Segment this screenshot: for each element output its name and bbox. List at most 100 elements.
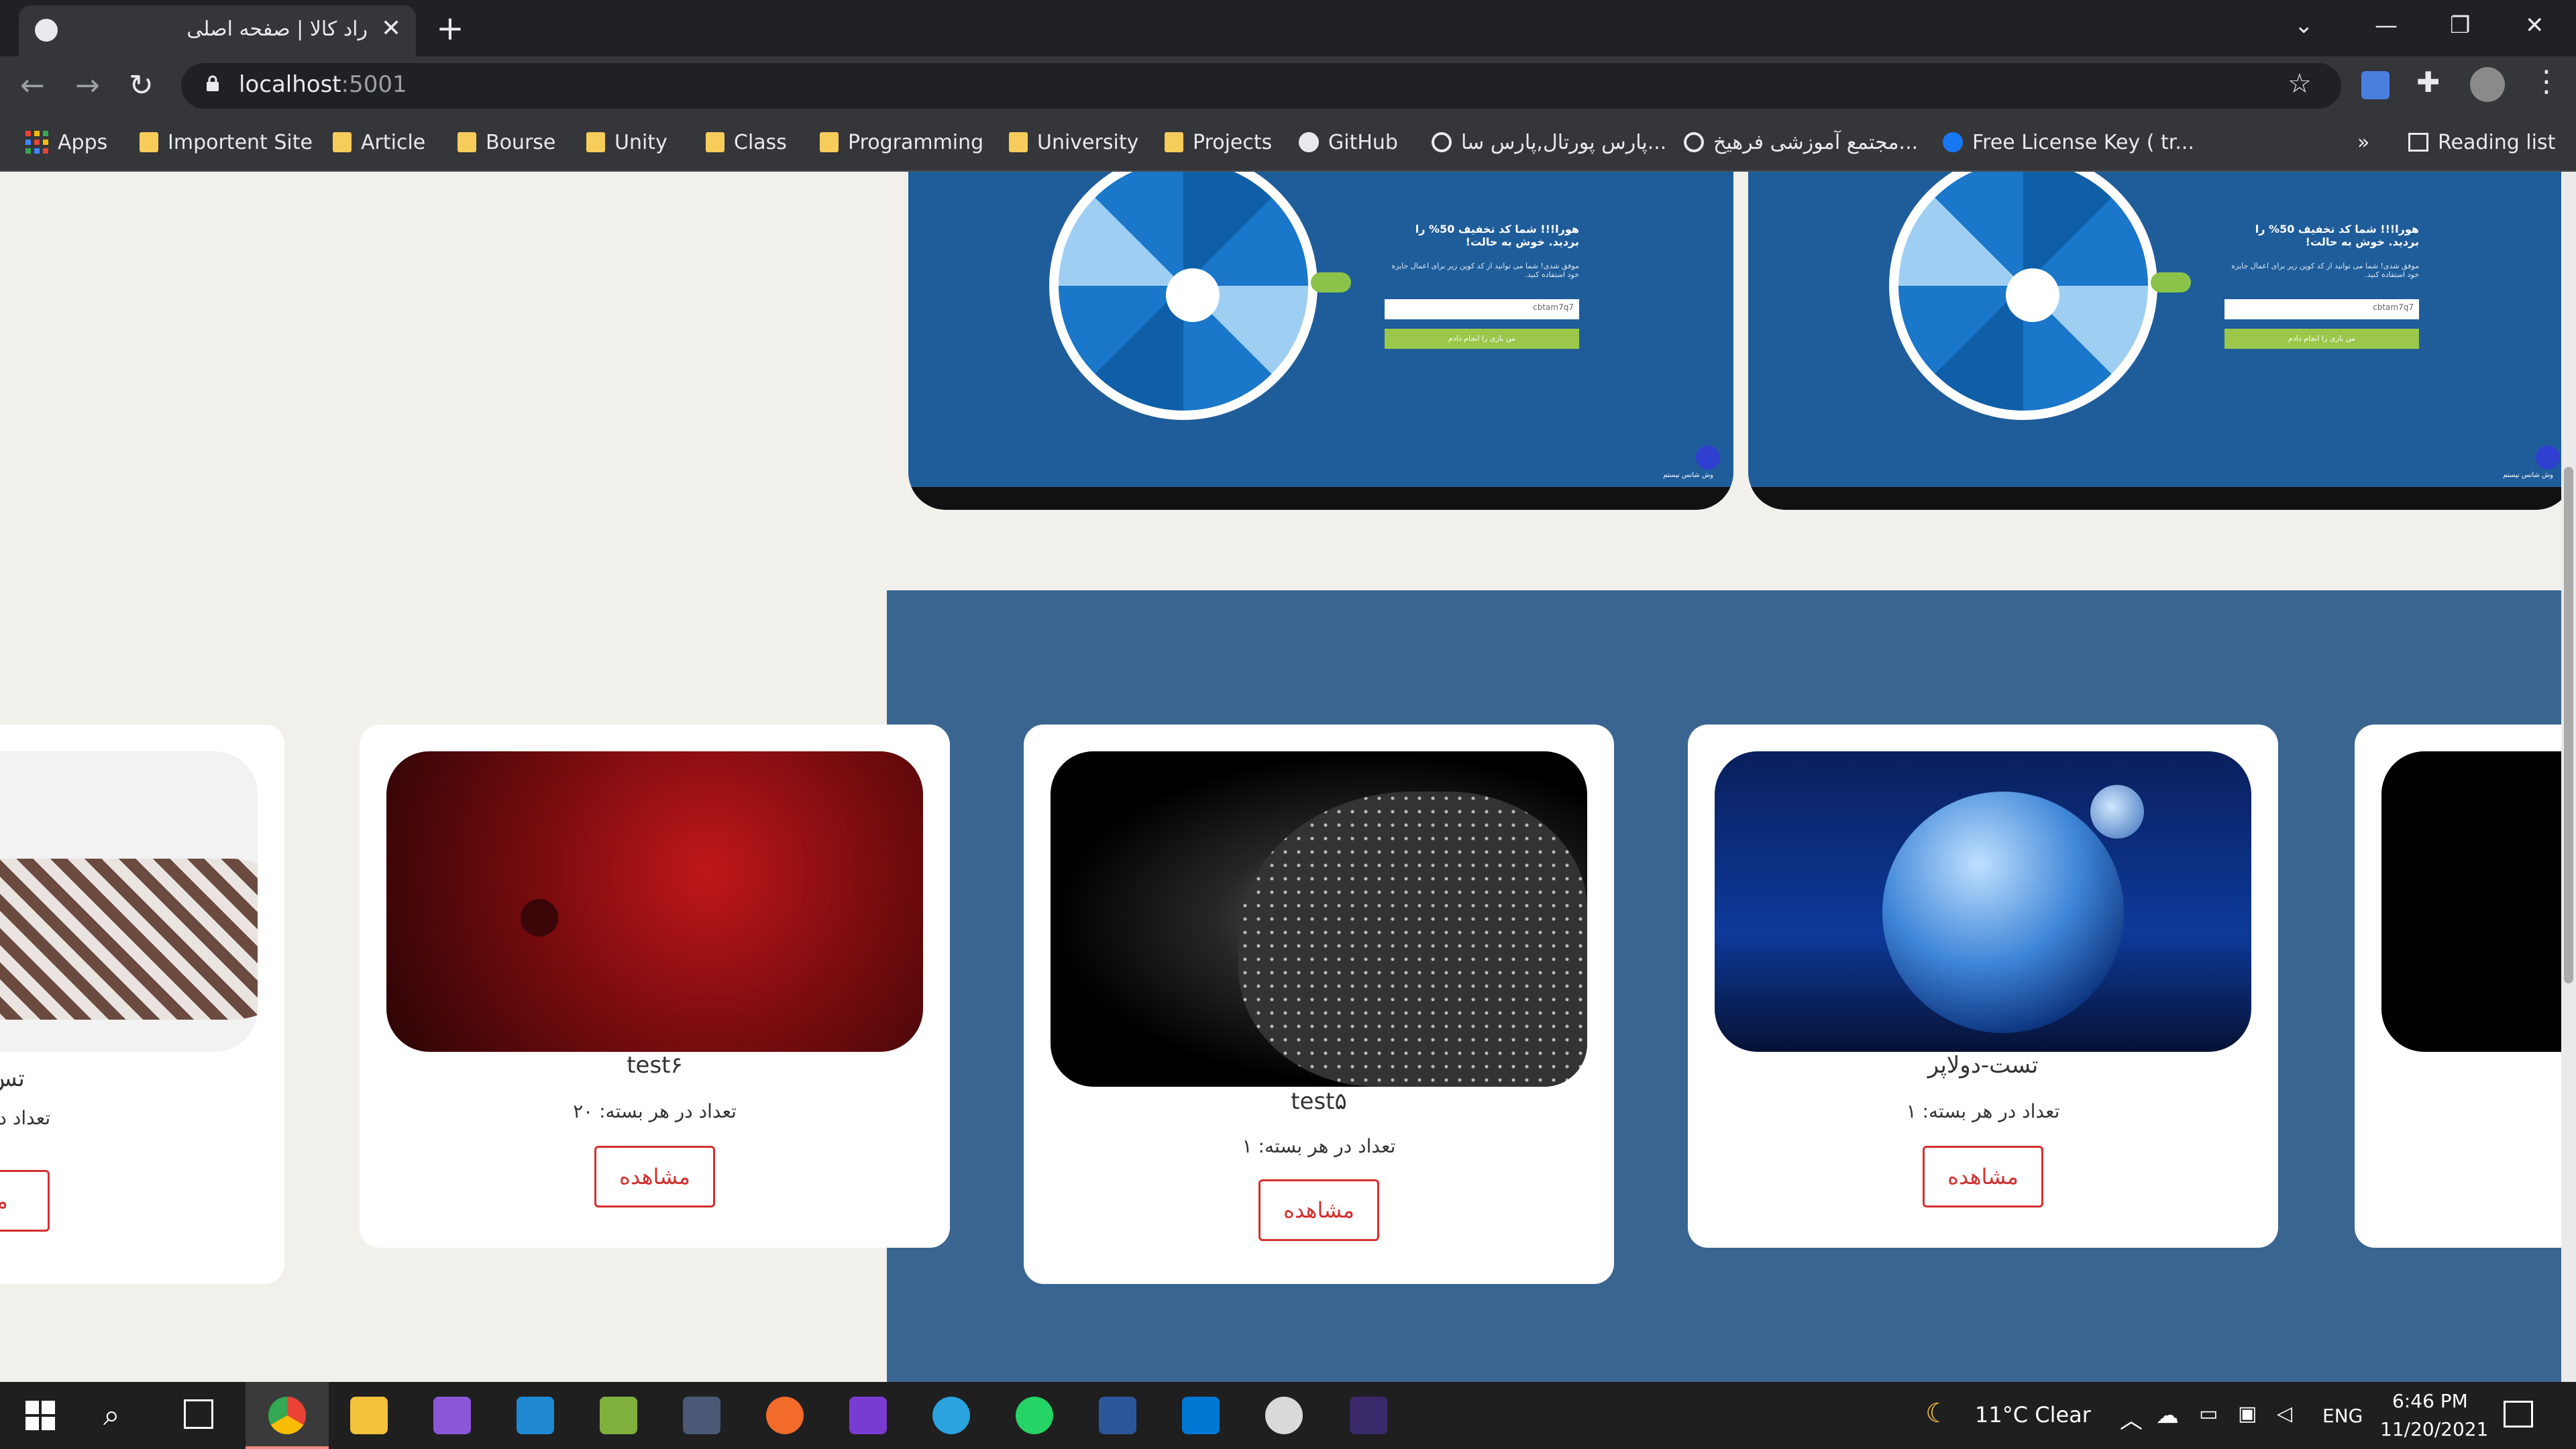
view-button[interactable]: مشاهده <box>1258 1179 1379 1241</box>
weather-text[interactable]: 11°C Clear <box>1975 1402 2091 1428</box>
vscode-icon[interactable] <box>517 1397 554 1434</box>
folder-icon <box>820 132 839 152</box>
media-player-icon[interactable] <box>1265 1397 1303 1434</box>
extensions-puzzle-icon[interactable]: ✚ <box>2416 66 2440 99</box>
promo-headline: هورا!!! شما کد تخفیف 50% را بردید. خوش ب… <box>1415 223 1579 248</box>
view-button[interactable]: مشاهده <box>594 1146 715 1208</box>
bookmark-unity[interactable]: Unity <box>586 127 667 157</box>
taskbar-active-indicator <box>246 1446 329 1449</box>
browser-tab-strip: راد کالا | صفحه اصلی ✕ + ⌄ — ❐ ✕ <box>0 0 2576 56</box>
store-app-icon[interactable] <box>1182 1397 1220 1434</box>
bookmark-star-icon[interactable]: ☆ <box>2288 68 2312 99</box>
bookmark-label: University <box>1037 130 1139 154</box>
bookmark-label: Projects <box>1193 130 1273 154</box>
search-icon[interactable]: ⌕ <box>103 1398 120 1432</box>
notifications-icon[interactable] <box>2504 1401 2533 1428</box>
bookmark-label: Article <box>361 130 426 154</box>
postman-icon[interactable] <box>766 1397 804 1434</box>
coupon-field: cbtam7q7 <box>2224 299 2419 319</box>
chrome-icon[interactable] <box>268 1397 306 1434</box>
folder-icon <box>706 132 724 152</box>
tab-search-chevron-icon[interactable]: ⌄ <box>2294 12 2314 39</box>
coupon-code: cbtam7q7 <box>2373 303 2414 312</box>
restore-icon[interactable]: ❐ <box>2450 12 2470 39</box>
product-count: تعداد در <box>0 1107 51 1129</box>
product-image <box>1715 751 2251 1052</box>
tab-close-icon[interactable]: ✕ <box>381 15 401 42</box>
bookmark-apps[interactable]: Apps <box>25 127 107 157</box>
battery-icon[interactable]: ▭ <box>2199 1402 2218 1426</box>
clock-time[interactable]: 6:46 PM <box>2392 1390 2468 1412</box>
scrollbar-thumb[interactable] <box>2564 467 2573 983</box>
reading-list-button[interactable]: Reading list <box>2408 127 2555 157</box>
bookmark-projects[interactable]: Projects <box>1165 127 1272 157</box>
bookmark-article[interactable]: Article <box>333 127 425 157</box>
view-button[interactable]: مشا <box>0 1170 50 1232</box>
minimize-icon[interactable]: — <box>2375 12 2398 39</box>
profile-avatar[interactable] <box>2470 67 2505 102</box>
bookmark-label: پارس پورتال,پارس سا... <box>1461 130 1667 154</box>
media-app-icon[interactable] <box>849 1397 887 1434</box>
clock-date[interactable]: 11/20/2021 <box>2380 1418 2488 1440</box>
bookmark-free-license[interactable]: Free License Key ( tr... <box>1943 127 2194 157</box>
reading-list-label: Reading list <box>2438 130 2556 154</box>
planet-shape <box>1882 792 2124 1033</box>
bookmark-university[interactable]: University <box>1009 127 1138 157</box>
show-hidden-icons-chevron-icon[interactable]: ︿ <box>2120 1402 2143 1435</box>
bookmark-label: Unity <box>614 130 667 154</box>
task-view-icon[interactable] <box>184 1399 213 1429</box>
chat-icon <box>1696 445 1720 470</box>
reload-icon[interactable]: ↻ <box>129 68 154 103</box>
played-button: من بازی را انجام دادم <box>2224 329 2419 349</box>
product-count: تعداد در هر بسته: ۱ <box>1906 1100 2060 1122</box>
windows-start-icon[interactable] <box>25 1401 55 1430</box>
screenshot-taskbar <box>908 487 1733 510</box>
volume-icon[interactable]: ◁ <box>2277 1402 2292 1426</box>
language-indicator[interactable]: ENG <box>2322 1405 2363 1427</box>
sync-tool-icon[interactable] <box>600 1397 637 1434</box>
product-card: test۶ تعداد در هر بسته: ۲۰ مشاهده <box>360 724 950 1248</box>
view-button[interactable]: مشاهده <box>1923 1146 2043 1208</box>
file-explorer-icon[interactable] <box>350 1397 388 1434</box>
visual-studio-icon[interactable] <box>433 1397 471 1434</box>
more-bookmarks-button[interactable]: » <box>2357 127 2369 157</box>
product-count: تعداد در هر بسته: ۲۰ <box>573 1100 737 1122</box>
moon-weather-icon: ☾ <box>1925 1398 1949 1429</box>
bookmark-pars-portal[interactable]: پارس پورتال,پارس سا... <box>1432 127 1666 157</box>
promo-footer: وش شانس نیستم <box>2503 472 2553 479</box>
address-bar[interactable]: localhost:5001 ☆ <box>181 63 2341 109</box>
product-image <box>0 751 258 1052</box>
browser-menu-icon[interactable]: ⋮ <box>2532 64 2561 99</box>
github-icon <box>1299 132 1319 152</box>
word-icon[interactable] <box>1099 1397 1136 1434</box>
telegram-icon[interactable] <box>932 1397 970 1434</box>
coupon-code: cbtam7q7 <box>1533 303 1574 312</box>
whatsapp-icon[interactable] <box>1016 1397 1053 1434</box>
browser-tab[interactable]: راد کالا | صفحه اصلی ✕ <box>19 5 416 56</box>
product-card: تس تعداد در مشا <box>0 724 284 1284</box>
unity-hub-icon[interactable] <box>683 1397 720 1434</box>
forward-icon[interactable]: → <box>75 68 100 103</box>
translate-extension-icon[interactable] <box>2361 71 2390 99</box>
bookmark-label: Class <box>734 130 787 154</box>
coupon-field: cbtam7q7 <box>1385 299 1579 319</box>
product-title: تس <box>0 1065 25 1092</box>
back-icon[interactable]: ← <box>20 68 45 103</box>
bookmark-importent-site[interactable]: Importent Site <box>140 127 313 157</box>
product-title: تست-دولاپر <box>1927 1052 2039 1079</box>
bookmark-farhikhtegan[interactable]: مجتمع آموزشی فرهیخ... <box>1684 127 1918 157</box>
bookmark-github[interactable]: GitHub <box>1299 127 1398 157</box>
new-tab-button[interactable]: + <box>436 8 464 48</box>
bookmark-programming[interactable]: Programming <box>820 127 983 157</box>
bookmark-label: Bourse <box>486 130 556 154</box>
bookmark-label: Importent Site <box>168 130 313 154</box>
terminal-icon[interactable] <box>1350 1397 1387 1434</box>
onedrive-cloud-icon[interactable]: ☁ <box>2156 1402 2179 1429</box>
close-window-icon[interactable]: ✕ <box>2525 12 2544 39</box>
bookmark-class[interactable]: Class <box>706 127 787 157</box>
network-icon[interactable]: ▣ <box>2238 1402 2257 1426</box>
bookmark-bourse[interactable]: Bourse <box>458 127 555 157</box>
chat-icon <box>2536 445 2560 470</box>
product-count: تعداد در هر بسته: ۱ <box>1242 1135 1396 1157</box>
folder-icon <box>1165 132 1183 152</box>
